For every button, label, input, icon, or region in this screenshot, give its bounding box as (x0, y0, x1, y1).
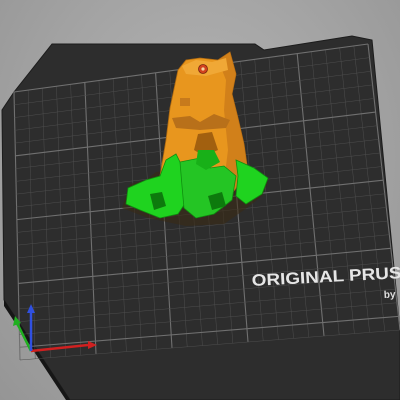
model-top-detail-center (201, 67, 205, 71)
bed-brand-subtext: by (384, 289, 397, 301)
model-notch (180, 98, 190, 106)
3d-viewport[interactable]: ORIGINAL PRUS by (0, 0, 400, 400)
scene-canvas[interactable]: ORIGINAL PRUS by (0, 0, 400, 400)
